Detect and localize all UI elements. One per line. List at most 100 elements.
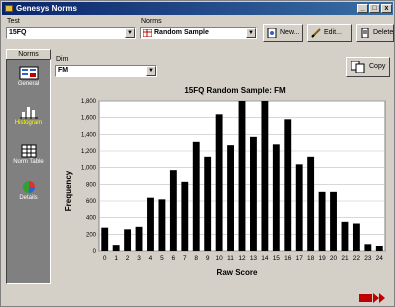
y-tick-label: 200 <box>86 232 97 238</box>
histogram-bar <box>204 156 212 251</box>
details-icon <box>22 181 35 193</box>
x-tick-label: 23 <box>364 255 372 262</box>
title-bar: Genesys Norms _ □ x <box>2 2 393 15</box>
sidebar-item-label: Details <box>19 195 38 201</box>
y-axis-label: Frequency <box>64 170 73 211</box>
x-tick-label: 24 <box>376 255 384 262</box>
x-tick-label: 15 <box>273 255 281 262</box>
histogram-bar <box>124 229 132 251</box>
histogram-bar <box>112 245 120 251</box>
x-tick-label: 18 <box>307 255 315 262</box>
x-tick-label: 0 <box>103 255 107 262</box>
x-tick-label: 11 <box>227 255 234 262</box>
histogram-bar <box>341 221 349 251</box>
main-window: Genesys Norms _ □ x Test 15FQ ▼ Norms Ra… <box>0 0 395 307</box>
x-tick-label: 13 <box>250 255 258 262</box>
x-tick-label: 7 <box>183 255 187 262</box>
x-tick-label: 1 <box>114 255 118 262</box>
chevron-down-icon[interactable]: ▼ <box>146 66 156 76</box>
close-button[interactable]: x <box>381 4 392 13</box>
histogram-bar <box>330 191 337 251</box>
x-tick-label: 6 <box>172 255 176 262</box>
edit-button-label: Edit... <box>324 29 342 36</box>
histogram-bar <box>375 246 383 251</box>
histogram-bar <box>158 199 166 251</box>
sidebar-item-label: Norm Table <box>13 159 44 165</box>
histogram-bar <box>364 244 372 251</box>
x-tick-label: 16 <box>284 255 292 262</box>
new-button[interactable]: New... <box>263 24 303 42</box>
new-document-icon <box>267 28 277 38</box>
window-title: Genesys Norms <box>16 4 77 13</box>
x-tick-label: 14 <box>261 255 269 262</box>
histogram-bar <box>250 136 257 251</box>
sidebar-item-general[interactable]: General <box>7 66 50 87</box>
histogram-bar <box>135 226 143 251</box>
copy-button[interactable]: Copy <box>346 57 390 77</box>
histogram-panel: 15FQ Random Sample: FM Frequency Raw Sco… <box>55 77 393 279</box>
x-tick-label: 19 <box>318 255 326 262</box>
histogram-bar <box>295 164 303 251</box>
x-tick-label: 21 <box>341 255 349 262</box>
dim-select[interactable]: FM ▼ <box>55 65 157 77</box>
y-tick-label: 1,600 <box>81 116 97 122</box>
delete-button[interactable]: Delete <box>356 24 394 42</box>
chevron-down-icon[interactable]: ▼ <box>125 28 135 38</box>
y-tick-label: 0 <box>93 249 97 255</box>
general-icon <box>19 66 38 80</box>
histogram-bar <box>261 101 269 251</box>
y-tick-label: 800 <box>86 182 97 188</box>
next-button[interactable] <box>359 291 387 305</box>
histogram-icon <box>19 107 38 119</box>
chart-title: 15FQ Random Sample: FM <box>184 86 286 95</box>
histogram-bar <box>147 197 154 251</box>
histogram-bar <box>215 114 223 251</box>
x-tick-label: 22 <box>353 255 361 262</box>
norms-select[interactable]: Random Sample ▼ <box>140 27 257 39</box>
test-select[interactable]: 15FQ ▼ <box>6 27 136 39</box>
chevron-down-icon[interactable]: ▼ <box>246 28 256 38</box>
x-tick-label: 2 <box>126 255 130 262</box>
y-tick-label: 1,000 <box>81 166 97 172</box>
histogram-bar <box>101 227 109 251</box>
histogram-bar <box>181 181 189 251</box>
new-button-label: New... <box>280 29 300 36</box>
x-tick-label: 10 <box>216 255 224 262</box>
delete-icon <box>361 28 369 38</box>
x-axis-label: Raw Score <box>217 268 258 277</box>
sidebar-item-norm-table[interactable]: Norm Table <box>7 144 50 165</box>
maximize-button[interactable]: □ <box>369 4 380 13</box>
pencil-icon <box>311 28 321 38</box>
histogram-bar <box>352 223 360 251</box>
sidebar-item-histogram[interactable]: Histogram <box>7 105 50 126</box>
x-tick-label: 17 <box>296 255 304 262</box>
sidebar-item-label: Histogram <box>14 120 43 126</box>
histogram-bar <box>307 156 315 251</box>
x-tick-label: 4 <box>149 255 153 262</box>
x-tick-label: 9 <box>206 255 210 262</box>
y-tick-label: 400 <box>86 216 97 222</box>
histogram-bar <box>318 191 326 251</box>
app-icon <box>5 5 13 12</box>
norm-table-icon <box>21 144 36 158</box>
sidebar-item-label: General <box>17 81 40 87</box>
x-tick-label: 8 <box>194 255 198 262</box>
dim-select-value: FM <box>58 67 69 74</box>
test-select-value: 15FQ <box>9 29 27 36</box>
x-tick-label: 12 <box>238 255 246 262</box>
copy-button-label: Copy <box>369 63 386 70</box>
histogram-bar <box>284 119 292 251</box>
norms-table-icon <box>143 29 152 37</box>
copy-icon <box>351 61 365 73</box>
x-tick-label: 5 <box>160 255 164 262</box>
x-tick-label: 3 <box>137 255 141 262</box>
next-arrow-icon <box>359 293 385 303</box>
edit-button[interactable]: Edit... <box>307 24 352 42</box>
sidebar-item-details[interactable]: Details <box>7 180 50 201</box>
minimize-button[interactable]: _ <box>357 4 368 13</box>
sidebar-nav: General Histogram Norm Table Details <box>6 59 51 284</box>
y-tick-label: 600 <box>86 199 97 205</box>
test-label: Test <box>7 18 20 25</box>
histogram-bar <box>238 101 246 251</box>
y-tick-label: 1,200 <box>81 149 97 155</box>
